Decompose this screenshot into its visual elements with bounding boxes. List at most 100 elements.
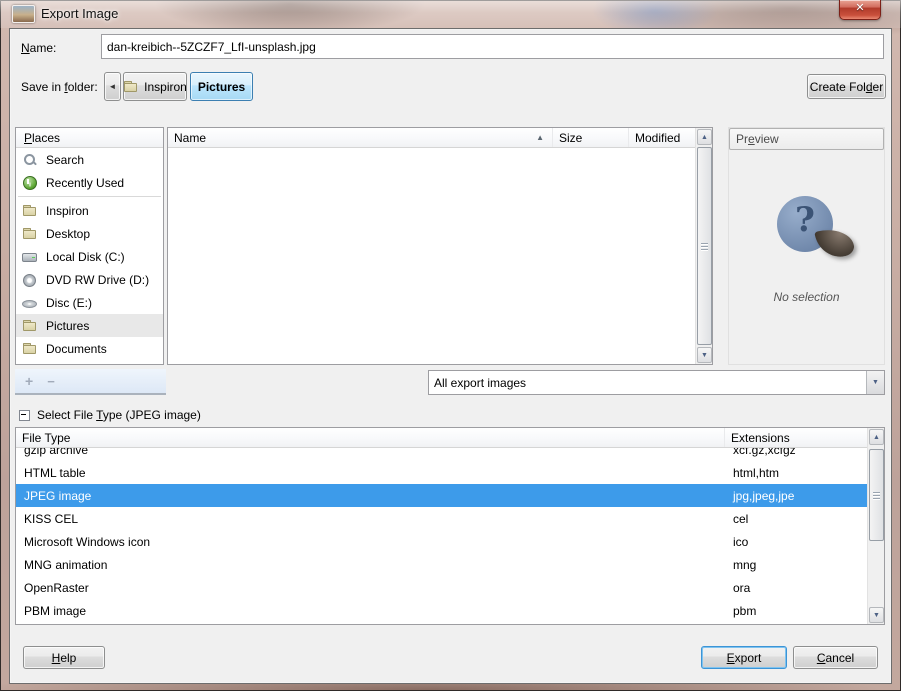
cancel-button[interactable]: Cancel bbox=[793, 646, 878, 669]
column-header-modified[interactable]: Modified bbox=[629, 128, 696, 147]
column-header-extensions[interactable]: Extensions bbox=[725, 428, 868, 447]
place-item-inspiron[interactable]: Inspiron bbox=[16, 199, 163, 222]
file-type-row[interactable]: Microsoft Windows iconico bbox=[16, 530, 868, 553]
file-type-row[interactable]: gzip archivexcf.gz,xcfgz bbox=[16, 448, 868, 461]
export-image-dialog: { "window": { "title": "Export Image", "… bbox=[0, 0, 901, 691]
create-folder-button[interactable]: Create Folder bbox=[807, 74, 886, 99]
combo-dropdown-button[interactable]: ▼ bbox=[866, 371, 884, 394]
file-type-list: File Type Extensions gzip archivexcf.gz,… bbox=[15, 427, 885, 625]
close-icon: ✕ bbox=[855, 2, 864, 14]
thumb-grip bbox=[873, 495, 880, 496]
place-label: Pictures bbox=[46, 319, 89, 333]
thumb-grip bbox=[701, 246, 708, 247]
scroll-down-button[interactable]: ▼ bbox=[697, 347, 712, 363]
place-item-disc-e[interactable]: Disc (E:) bbox=[16, 291, 163, 314]
column-label: File Type bbox=[22, 431, 70, 445]
place-label: DVD RW Drive (D:) bbox=[46, 273, 149, 287]
scroll-up-icon: ▲ bbox=[701, 134, 708, 141]
disc-icon bbox=[22, 295, 38, 311]
extensions-cell: jpg,jpeg,jpe bbox=[725, 489, 794, 503]
path-button-pictures[interactable]: Pictures bbox=[190, 72, 253, 101]
file-type-scrollbar[interactable]: ▲ ▼ bbox=[867, 428, 884, 624]
extensions-cell: ico bbox=[725, 535, 748, 549]
preview-header: Preview bbox=[729, 128, 884, 150]
dvd-drive-icon bbox=[22, 272, 38, 288]
no-selection-text: No selection bbox=[729, 290, 884, 304]
file-type-list-header: File Type Extensions bbox=[16, 428, 868, 448]
place-label: Recently Used bbox=[46, 176, 124, 190]
file-type-row[interactable]: MNG animationmng bbox=[16, 553, 868, 576]
file-type-cell: OpenRaster bbox=[16, 581, 725, 595]
file-list-scrollbar[interactable]: ▲ ▼ bbox=[695, 128, 712, 364]
place-label: Search bbox=[46, 153, 84, 167]
place-item-dvd-drive-d[interactable]: DVD RW Drive (D:) bbox=[16, 268, 163, 291]
remove-bookmark-icon[interactable]: − bbox=[47, 374, 55, 389]
path-button-inspiron[interactable]: Inspiron bbox=[123, 72, 187, 101]
back-arrow-icon: ◄ bbox=[109, 82, 117, 91]
file-type-row[interactable]: HTML tablehtml,htm bbox=[16, 461, 868, 484]
bookmark-toolbar: + − bbox=[15, 369, 166, 395]
collapse-minus-icon[interactable] bbox=[19, 410, 30, 421]
scroll-down-button[interactable]: ▼ bbox=[869, 607, 884, 623]
file-type-cell: gzip archive bbox=[16, 448, 725, 457]
place-item-pictures[interactable]: Pictures bbox=[16, 314, 163, 337]
extensions-cell: ora bbox=[725, 581, 750, 595]
places-header[interactable]: Places bbox=[16, 128, 163, 148]
recently-used-icon bbox=[22, 175, 38, 191]
preview-panel: Preview No selection bbox=[728, 127, 885, 365]
title-bar[interactable]: Export Image ✕ bbox=[0, 0, 901, 28]
file-type-expander-label: Select File Type (JPEG image) bbox=[37, 408, 201, 422]
file-type-cell: JPEG image bbox=[16, 489, 725, 503]
place-item-search[interactable]: Search bbox=[16, 148, 163, 171]
scrollbar-thumb[interactable] bbox=[697, 147, 712, 345]
path-button-label: Inspiron bbox=[144, 80, 187, 94]
create-folder-label: Create Folder bbox=[810, 80, 883, 94]
place-item-desktop[interactable]: Desktop bbox=[16, 222, 163, 245]
export-label: Export bbox=[727, 651, 762, 665]
place-label: Desktop bbox=[46, 227, 90, 241]
export-button[interactable]: Export bbox=[701, 646, 787, 669]
column-label: Size bbox=[559, 131, 582, 145]
preview-label: Preview bbox=[736, 132, 779, 146]
file-type-row[interactable]: OpenRasterora bbox=[16, 576, 868, 599]
file-type-cell: KISS CEL bbox=[16, 512, 725, 526]
folder-icon bbox=[22, 341, 38, 357]
column-header-size[interactable]: Size bbox=[553, 128, 629, 147]
column-header-file-type[interactable]: File Type bbox=[16, 428, 725, 447]
place-item-local-disk-c[interactable]: Local Disk (C:) bbox=[16, 245, 163, 268]
place-item-documents[interactable]: Documents bbox=[16, 337, 163, 360]
scroll-up-icon: ▲ bbox=[873, 434, 880, 441]
file-list-panel: Name ▲ Size Modified ▲ ▼ bbox=[167, 127, 713, 365]
place-item-recently-used[interactable]: Recently Used bbox=[16, 171, 163, 194]
scroll-up-button[interactable]: ▲ bbox=[869, 429, 884, 445]
file-type-row[interactable]: PBM imagepbm bbox=[16, 599, 868, 622]
window-title: Export Image bbox=[41, 6, 118, 21]
sort-ascending-icon: ▲ bbox=[536, 133, 544, 142]
file-type-expander[interactable]: Select File Type (JPEG image) bbox=[19, 408, 201, 422]
filename-input[interactable] bbox=[101, 34, 884, 59]
column-header-name[interactable]: Name ▲ bbox=[168, 128, 553, 147]
file-type-row[interactable]: KISS CELcel bbox=[16, 507, 868, 530]
add-bookmark-icon[interactable]: + bbox=[25, 373, 33, 389]
app-image-icon bbox=[12, 5, 35, 23]
place-label: Inspiron bbox=[46, 204, 89, 218]
chevron-down-icon: ▼ bbox=[872, 379, 879, 386]
help-button[interactable]: Help bbox=[23, 646, 105, 669]
file-type-cell: PBM image bbox=[16, 604, 725, 618]
column-label: Extensions bbox=[731, 431, 790, 445]
file-filter-combobox[interactable]: All export images ▼ bbox=[428, 370, 885, 395]
file-type-row-selected[interactable]: JPEG imagejpg,jpeg,jpe bbox=[16, 484, 868, 507]
extensions-cell: xcf.gz,xcfgz bbox=[725, 448, 796, 457]
extensions-cell: mng bbox=[725, 558, 756, 572]
places-separator bbox=[18, 196, 161, 197]
folder-icon bbox=[123, 79, 139, 95]
save-in-folder-label: Save in folder: bbox=[21, 80, 98, 94]
file-type-cell: MNG animation bbox=[16, 558, 725, 572]
scrollbar-thumb[interactable] bbox=[869, 449, 884, 541]
place-label: Disc (E:) bbox=[46, 296, 92, 310]
scroll-up-button[interactable]: ▲ bbox=[697, 129, 712, 145]
file-type-rows: gzip archivexcf.gz,xcfgz HTML tablehtml,… bbox=[16, 448, 868, 622]
path-button-label: Pictures bbox=[198, 80, 245, 94]
close-button[interactable]: ✕ bbox=[839, 0, 881, 20]
path-back-button[interactable]: ◄ bbox=[104, 72, 121, 101]
